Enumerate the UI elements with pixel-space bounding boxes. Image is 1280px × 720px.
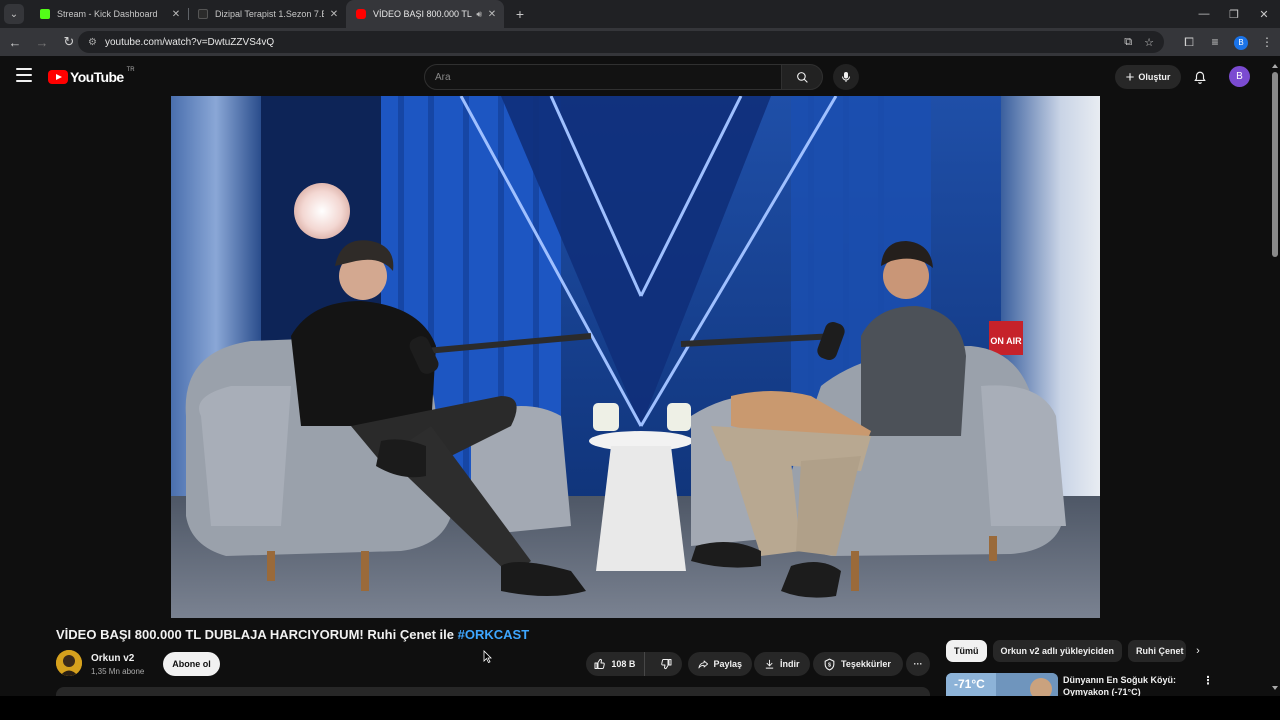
video-player[interactable]: ON AIR [171,96,1100,618]
like-count: 108 B [611,659,636,669]
page-scrollbar[interactable] [1270,56,1280,696]
chevron-down-icon: ⌄ [9,8,19,20]
like-button[interactable]: 108 B [586,652,645,676]
bookmark-star-icon[interactable]: ☆ [1144,36,1154,49]
recommendation-thumbnail[interactable]: -71°C [946,673,1058,696]
youtube-play-icon [48,70,68,84]
minimize-icon[interactable]: — [1188,0,1220,28]
tab-kick-dashboard[interactable]: Stream - Kick Dashboard ✕ [30,0,188,28]
video-frame: ON AIR [171,96,1100,618]
youtube-header: YouTube TR Ara + Oluştur B [0,56,1270,96]
account-avatar[interactable]: B [1229,66,1250,87]
more-actions-button[interactable]: ··· [906,652,930,676]
like-dislike-group: 108 B [586,652,682,676]
description-box[interactable] [56,687,930,696]
notifications-bell-icon[interactable] [1190,67,1210,87]
subscriber-count: 1,35 Mn abone [91,667,145,676]
dizipal-favicon-icon [198,9,208,19]
thanks-button[interactable]: $ Teşekkürler [813,652,903,676]
on-air-sign: ON AIR [990,336,1022,346]
new-tab-button[interactable]: + [508,6,532,22]
create-button[interactable]: + Oluştur [1115,65,1181,89]
svg-text:$: $ [828,662,831,668]
dislike-button[interactable] [650,652,682,676]
close-tab-icon[interactable]: ✕ [170,9,182,20]
recommendation-title[interactable]: Dünyanın En Soğuk Köyü: Oymyakon (-71°C) [1063,674,1193,696]
youtube-favicon-icon [356,9,366,19]
scroll-up-icon[interactable] [1272,64,1278,68]
thumbs-up-icon [594,658,606,669]
browser-tab-strip: ⌄ Stream - Kick Dashboard ✕ Dizipal Tera… [0,0,1280,28]
more-vertical-icon[interactable]: ⋮ [1202,674,1214,688]
chip-all[interactable]: Tümü [946,640,987,662]
plus-icon: + [1125,68,1135,86]
channel-avatar[interactable] [56,650,82,676]
microphone-icon [842,72,850,82]
forward-icon[interactable]: → [30,30,54,54]
menu-icon[interactable] [16,68,32,82]
more-horizontal-icon: ··· [913,659,923,669]
voice-search-button[interactable] [833,64,859,90]
tab-youtube-video[interactable]: VİDEO BAŞI 800.000 TL DUBLAJA HARCIYORUM… [346,0,504,28]
close-tab-icon[interactable]: ✕ [486,9,498,20]
scroll-down-icon[interactable] [1272,686,1278,690]
tab-title: Stream - Kick Dashboard [57,9,158,19]
chevron-right-icon[interactable]: › [1190,643,1206,659]
address-bar[interactable]: ⚙︎ youtube.com/watch?v=DwtuZZVS4vQ ⧉ ☆ [78,31,1164,53]
search-icon [796,71,808,83]
speaker-icon[interactable]: 🔊︎ [476,9,482,20]
mouse-cursor-icon [483,650,492,663]
restore-icon[interactable]: ❐ [1218,0,1250,28]
tab-title: Dizipal Terapist 1.Sezon 7.Bölüm [215,9,324,19]
super-thanks-icon: $ [824,657,835,670]
chip-from-uploader[interactable]: Orkun v2 adlı yükleyiciden [992,640,1123,662]
close-window-icon[interactable]: ✕ [1248,0,1280,28]
url-text: youtube.com/watch?v=DwtuZZVS4vQ [104,36,275,48]
search-input[interactable]: Ara [424,64,782,90]
site-info-icon[interactable]: ⚙︎ [88,37,97,48]
channel-name[interactable]: Orkun v2 [91,653,134,664]
hashtag-link[interactable]: #ORKCAST [458,627,530,642]
download-icon [765,659,774,669]
video-title: VİDEO BAŞI 800.000 TL DUBLAJA HARCIYORUM… [56,627,530,642]
browser-toolbar: ← → ↻ ⚙︎ youtube.com/watch?v=DwtuZZVS4vQ… [0,28,1280,56]
cast-icon[interactable]: ⧉ [1124,36,1132,49]
region-code: TR [126,67,135,73]
thumbs-down-icon [661,659,672,670]
browser-menu-icon[interactable]: ⋮ [1254,35,1280,49]
share-icon [698,660,709,669]
download-button[interactable]: İndir [754,652,810,676]
tab-dizipal[interactable]: Dizipal Terapist 1.Sezon 7.Bölüm ✕ [188,0,346,28]
profile-avatar[interactable]: B [1228,34,1254,50]
svg-text:-71°C: -71°C [954,677,985,691]
tab-title: VİDEO BAŞI 800.000 TL DUBLAJA HARCIYORUM… [373,9,472,19]
subscribe-button[interactable]: Abone ol [163,652,220,676]
kick-favicon-icon [40,9,50,19]
tab-search-button[interactable]: ⌄ [4,4,24,24]
extensions-icon[interactable]: ⧠ [1176,35,1202,50]
search-button[interactable] [781,64,823,90]
media-controls-icon[interactable]: ≡ [1202,35,1228,49]
scrollbar-thumb[interactable] [1272,72,1278,257]
share-button[interactable]: Paylaş [688,652,752,676]
chip-ruhi-cenet[interactable]: Ruhi Çenet [1128,640,1187,662]
back-icon[interactable]: ← [3,30,27,54]
screen-bottom-edge [0,696,1280,720]
recommendation-chips: Tümü Orkun v2 adlı yükleyiciden Ruhi Çen… [946,640,1187,662]
close-tab-icon[interactable]: ✕ [328,9,340,20]
youtube-logo[interactable]: YouTube TR [48,67,135,85]
